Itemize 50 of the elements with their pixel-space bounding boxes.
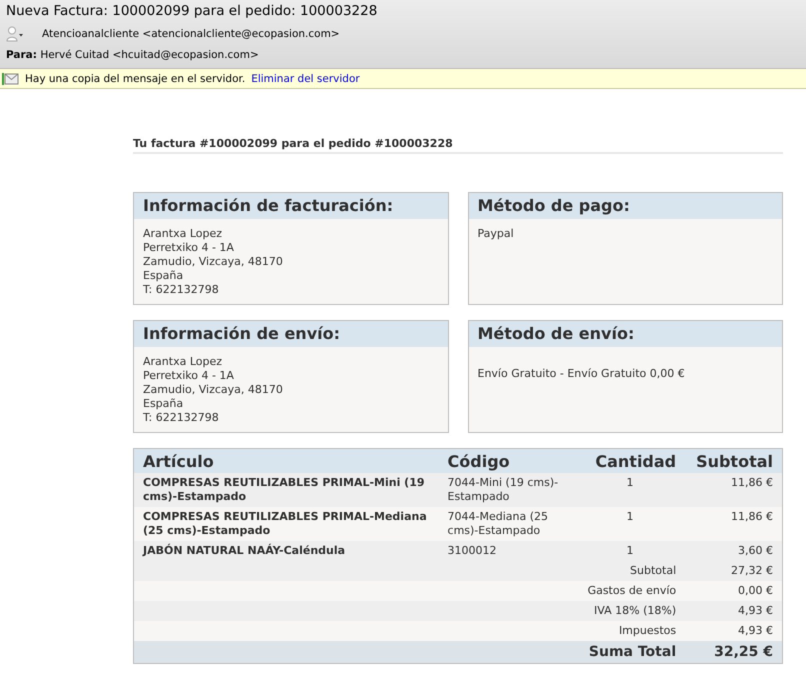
card-line: Perretxiko 4 - 1A (143, 369, 235, 383)
envelope-icon (2, 72, 19, 84)
table-cell: COMPRESAS REUTILIZABLES PRIMAL-Mini (19 cms)-Estampado (134, 473, 439, 507)
table-cell: COMPRESAS REUTILIZABLES PRIMAL-Mediana (25 cms)-Estampado (134, 507, 439, 541)
delete-from-server-link[interactable]: Eliminar del servidor (251, 72, 360, 84)
card-line: Perretxiko 4 - 1A (143, 241, 235, 255)
column-header: Cantidad (574, 448, 686, 473)
total-value: 4,93 € (685, 601, 782, 621)
server-copy-notice: Hay una copia del mensaje en el servidor. (25, 72, 246, 84)
total-label: Impuestos (134, 621, 686, 641)
table-cell: 1 (574, 541, 686, 561)
sender: Atencioanalcliente <atencionalcliente@ecopasion.com> (42, 28, 340, 40)
person-icon[interactable] (6, 26, 24, 42)
total-label: Gastos de envío (134, 581, 686, 601)
total-value: 4,93 € (685, 621, 782, 641)
total-value: 0,00 € (685, 581, 782, 601)
column-header: Artículo (134, 448, 439, 473)
table-cell: 1 (574, 473, 686, 507)
card-heading: Información de envío: (134, 321, 448, 347)
table-cell: 1 (574, 507, 686, 541)
column-header: Código (438, 448, 575, 473)
card-line: Zamudio, Vizcaya, 48170 (143, 383, 284, 397)
table-cell: JABÓN NATURAL NAÁY-Caléndula (134, 541, 439, 561)
grand-total-value: 32,25 € (685, 641, 782, 664)
grand-total-label: Suma Total (134, 641, 686, 664)
card-line: Zamudio, Vizcaya, 48170 (143, 255, 284, 269)
table-cell: 7044-Mediana (25 cms)-Estampado (438, 507, 575, 541)
card-line: T: 622132798 (143, 283, 220, 297)
recipient: Para: Hervé Cuitad <hcuitad@ecopasion.com> (6, 48, 259, 60)
card-heading: Método de pago: (468, 193, 782, 219)
email-subject: Nueva Factura: 100002099 para el pedido: 100003228 (6, 2, 378, 21)
card-line: Arantxa Lopez (143, 355, 224, 369)
total-value: 27,32 € (685, 561, 782, 581)
card-line: Envío Gratuito - Envío Gratuito 0,00 € (478, 367, 686, 381)
total-label: Subtotal (134, 561, 686, 581)
card-line: Paypal (478, 227, 515, 241)
table-cell: 11,86 € (685, 473, 782, 507)
column-header: Subtotal (685, 448, 782, 473)
card-line: Arantxa Lopez (143, 227, 224, 241)
total-label: IVA 18% (18%) (134, 601, 686, 621)
table-cell: 3100012 (438, 541, 575, 561)
card-heading: Información de facturación: (134, 193, 448, 219)
card-line: T: 622132798 (143, 411, 220, 425)
invoice-title: Tu factura #100002099 para el pedido #100003228 (133, 137, 783, 154)
card-heading: Método de envío: (468, 321, 782, 347)
table-cell: 3,60 € (685, 541, 782, 561)
table-cell: 7044-Mini (19 cms)-Estampado (438, 473, 575, 507)
table-cell: 11,86 € (685, 507, 782, 541)
card-line: España (143, 397, 184, 411)
card-line: España (143, 269, 184, 283)
